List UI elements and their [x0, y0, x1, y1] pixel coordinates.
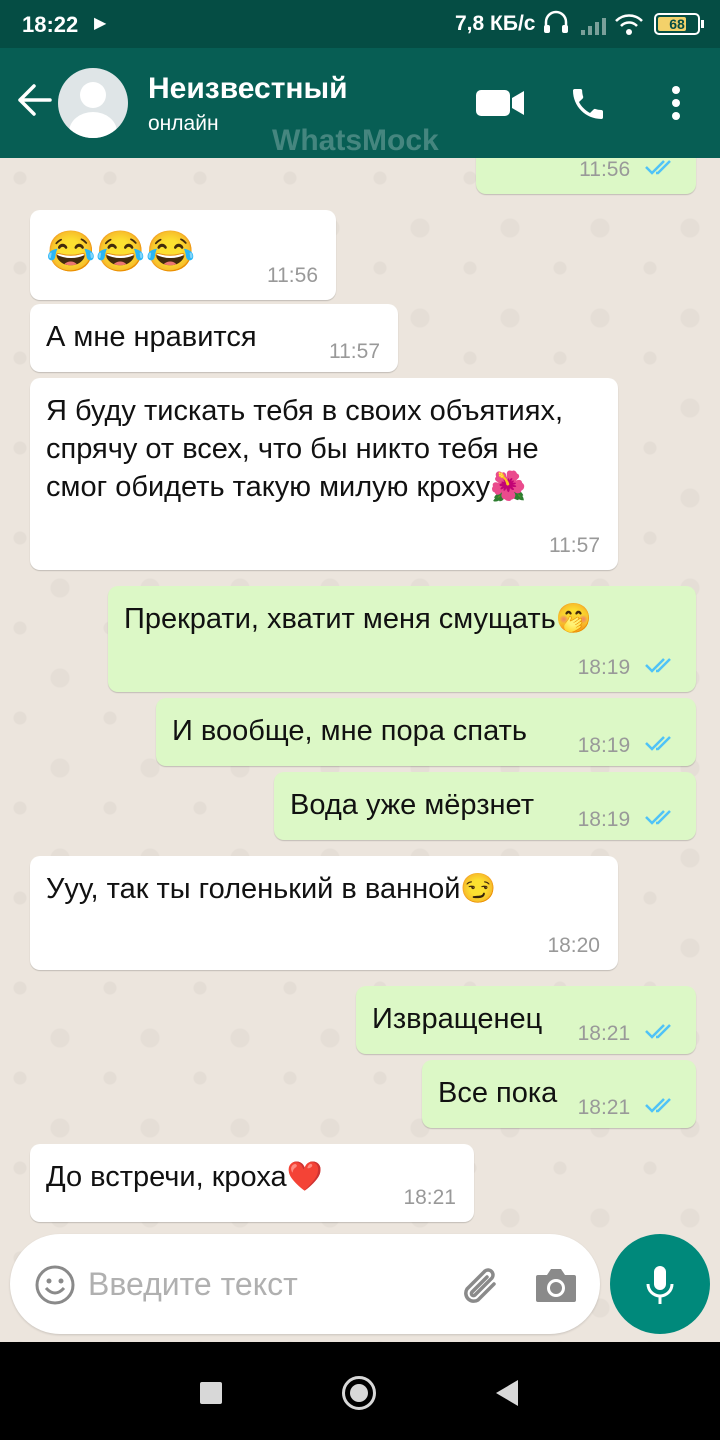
message-time: 11:57	[329, 340, 380, 363]
message-meta: 11:56	[579, 158, 678, 182]
wifi-icon	[614, 12, 644, 41]
message-text: Прекрати, хватит меня смущать🤭	[124, 603, 592, 635]
message-meta: 18:21	[578, 1022, 678, 1046]
home-icon[interactable]	[342, 1376, 376, 1410]
message-time: 11:56	[579, 158, 631, 181]
chat-header: Неизвестный онлайн WhatsMock	[0, 48, 720, 158]
status-time: 18:22	[22, 12, 79, 37]
message-text: Я буду тискать тебя в своих объятиях, сп…	[46, 395, 564, 503]
read-ticks-icon	[644, 734, 678, 758]
mic-icon	[646, 1266, 674, 1304]
message-incoming[interactable]: До встречи, кроха❤️ 18:21	[30, 1144, 474, 1222]
message-text: Извращенец	[372, 1003, 543, 1035]
message-text: До встречи, кроха❤️	[46, 1161, 323, 1193]
message-incoming[interactable]: 😂😂😂 11:56	[30, 210, 336, 300]
message-meta: 18:21	[578, 1096, 678, 1120]
message-outgoing[interactable]: Все пока 18:21	[422, 1060, 696, 1128]
network-speed: 7,8 КБ/с	[455, 12, 536, 35]
read-ticks-icon	[644, 808, 678, 832]
camera-icon[interactable]	[534, 1266, 578, 1309]
message-meta: 18:19	[578, 734, 678, 758]
more-vert-icon[interactable]	[666, 84, 686, 129]
message-incoming[interactable]: Я буду тискать тебя в своих объятиях, сп…	[30, 378, 618, 570]
message-outgoing[interactable]: 11:56	[476, 158, 696, 194]
battery-level: 68	[669, 16, 685, 32]
message-time: 18:21	[403, 1186, 456, 1209]
watermark: WhatsMock	[272, 124, 439, 157]
mic-button[interactable]	[610, 1234, 710, 1334]
recents-icon[interactable]	[200, 1382, 222, 1404]
message-text: 😂😂😂	[46, 230, 196, 274]
emoji-icon[interactable]	[34, 1264, 76, 1311]
message-text: И вообще, мне пора спать	[172, 715, 527, 747]
contact-name[interactable]: Неизвестный	[148, 72, 348, 106]
avatar[interactable]	[58, 68, 128, 138]
back-nav-icon[interactable]	[496, 1380, 518, 1406]
message-outgoing[interactable]: Извращенец 18:21	[356, 986, 696, 1054]
back-arrow-icon[interactable]	[14, 82, 52, 123]
message-outgoing[interactable]: И вообще, мне пора спать 18:19	[156, 698, 696, 766]
message-time: 18:19	[577, 733, 631, 757]
message-time: 18:19	[577, 655, 631, 679]
headphones-icon	[543, 10, 569, 40]
message-time: 18:21	[577, 1095, 631, 1119]
message-outgoing[interactable]: Вода уже мёрзнет 18:19	[274, 772, 696, 840]
message-time: 18:20	[547, 934, 600, 957]
message-time: 18:19	[577, 807, 631, 831]
contact-status: онлайн	[148, 112, 219, 135]
paperclip-icon[interactable]	[458, 1264, 506, 1315]
system-nav-bar	[0, 1342, 720, 1440]
status-bar: 18:22 ▶ 7,8 КБ/с 68	[0, 0, 720, 48]
message-text: А мне нравится	[46, 321, 257, 353]
message-meta: 18:19	[578, 656, 678, 680]
video-call-icon[interactable]	[476, 88, 526, 123]
read-ticks-icon	[644, 656, 678, 680]
message-time: 11:56	[267, 264, 318, 287]
message-text: Ууу, так ты голенький в ванной😏	[46, 873, 497, 905]
message-time: 11:57	[549, 534, 600, 557]
battery-icon: 68	[654, 13, 704, 35]
read-ticks-icon	[644, 1022, 678, 1046]
read-ticks-icon	[644, 1096, 678, 1120]
message-incoming[interactable]: А мне нравится 11:57	[30, 304, 398, 372]
message-text: Все пока	[438, 1077, 558, 1109]
play-icon: ▶	[94, 15, 107, 32]
message-outgoing[interactable]: Прекрати, хватит меня смущать🤭 18:19	[108, 586, 696, 692]
message-input[interactable]	[88, 1266, 428, 1303]
phone-icon[interactable]	[568, 84, 608, 129]
message-meta: 18:19	[578, 808, 678, 832]
message-time: 18:21	[577, 1021, 631, 1045]
message-incoming[interactable]: Ууу, так ты голенький в ванной😏 18:20	[30, 856, 618, 970]
message-field[interactable]	[10, 1234, 600, 1334]
composer-bar	[0, 1232, 720, 1342]
message-text: Вода уже мёрзнет	[290, 789, 534, 821]
signal-icon	[579, 16, 607, 41]
message-list[interactable]: 11:56 😂😂😂 11:56 А мне нравится 11:57 Я б…	[0, 158, 720, 1342]
read-ticks-icon	[644, 158, 678, 182]
